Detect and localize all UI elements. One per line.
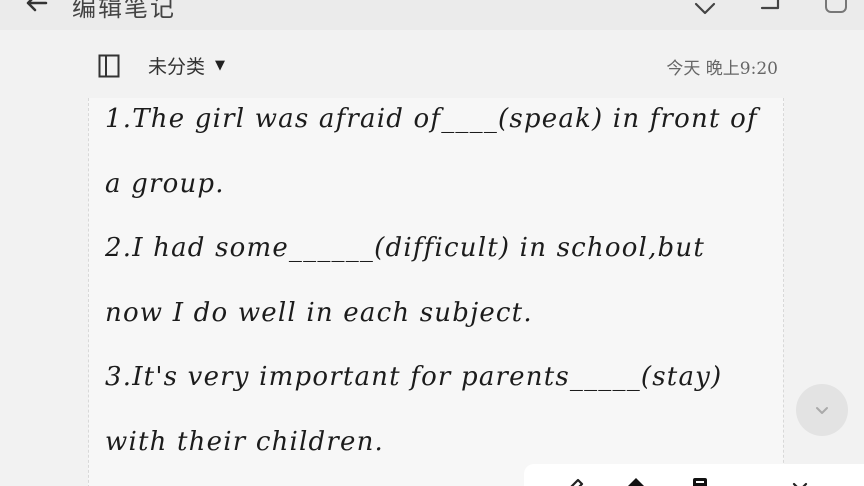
redo-icon[interactable]: [756, 0, 786, 16]
note-line: now I do well in each subject.: [105, 298, 533, 328]
brush-icon[interactable]: [622, 472, 650, 486]
note-line: a group.: [105, 169, 225, 199]
pen-icon[interactable]: [558, 472, 586, 486]
note-editor-screen: 编辑笔记 未分类 ▼ 今天 晚上9:20 1.The girl was afra…: [0, 0, 864, 486]
close-icon[interactable]: [786, 472, 814, 486]
more-icon[interactable]: [820, 0, 850, 16]
note-meta-row: 未分类 ▼ 今天 晚上9:20: [88, 44, 788, 88]
note-content-area[interactable]: 1.The girl was afraid of____(speak) in f…: [88, 98, 784, 486]
caret-down-icon: ▼: [215, 58, 226, 73]
bottom-toolbar: [524, 464, 864, 486]
top-app-bar: 编辑笔记: [0, 0, 864, 30]
category-selector[interactable]: 未分类 ▼: [148, 52, 225, 79]
scroll-down-button[interactable]: [796, 384, 848, 436]
undo-icon[interactable]: [690, 0, 720, 16]
notebook-icon[interactable]: [98, 54, 120, 78]
category-label: 未分类: [148, 56, 206, 78]
note-line: 3.It's very important for parents_____(s…: [105, 362, 723, 392]
chevron-down-icon: [816, 407, 828, 414]
page-title: 编辑笔记: [72, 0, 176, 22]
note-icon[interactable]: [686, 472, 714, 486]
back-arrow-icon[interactable]: [22, 0, 52, 18]
note-line: 2.I had some______(difficult) in school,…: [105, 233, 705, 263]
note-line: 1.The girl was afraid of____(speak) in f…: [105, 104, 758, 134]
note-timestamp: 今天 晚上9:20: [666, 59, 778, 79]
note-line: with their children.: [105, 427, 385, 457]
